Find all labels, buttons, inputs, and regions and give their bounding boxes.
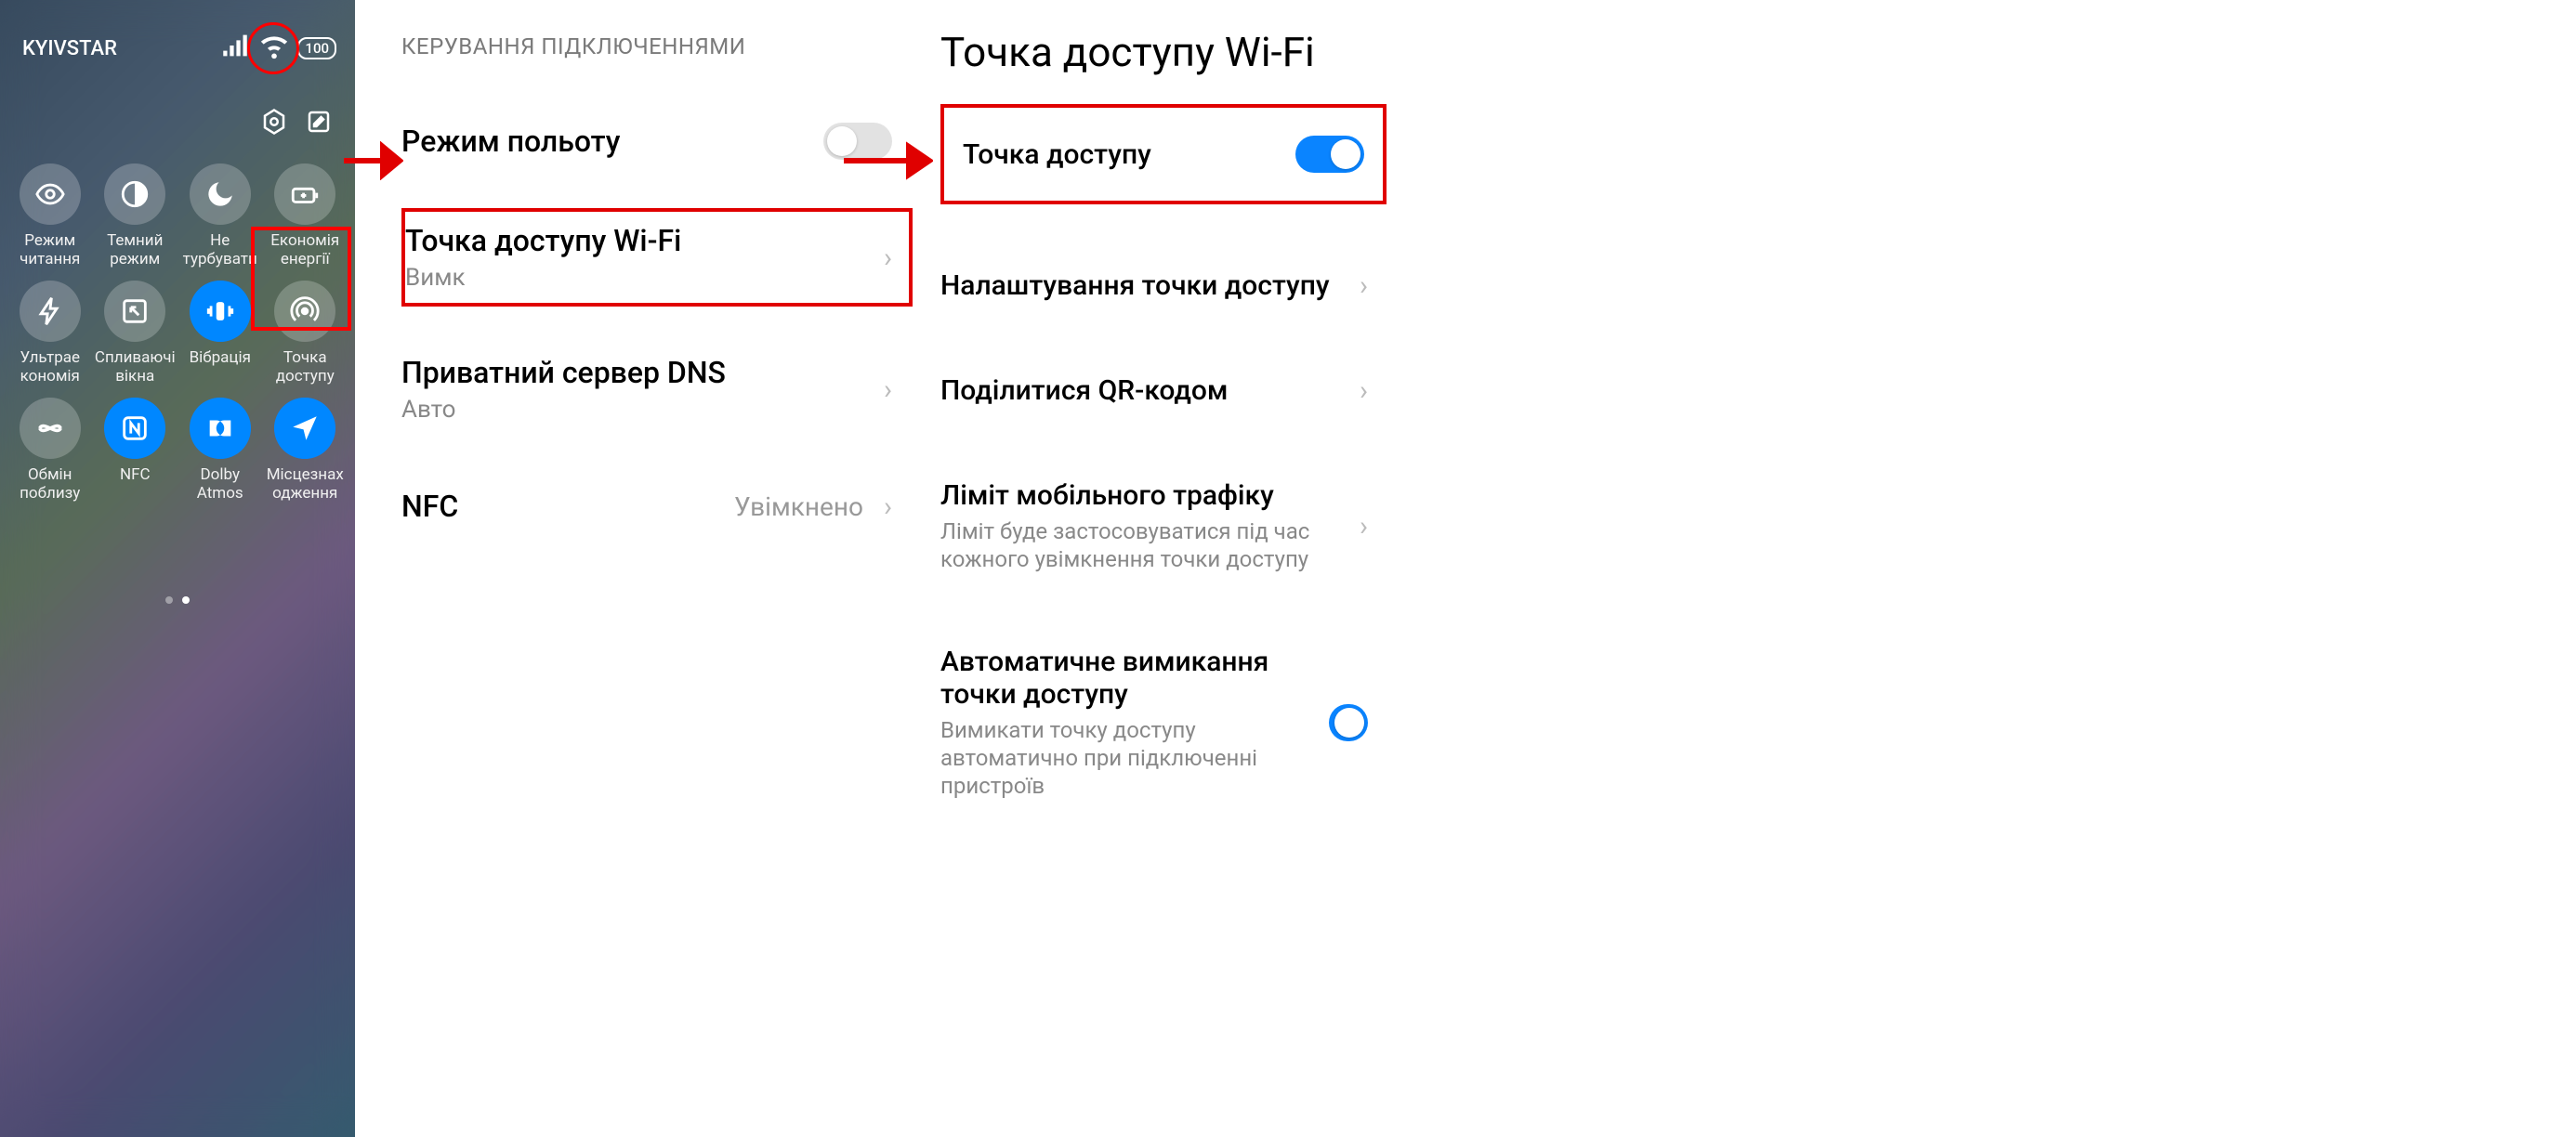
- qs-tile[interactable]: Спливаючі вікна: [93, 281, 178, 386]
- qs-tile[interactable]: Місцезнах одження: [263, 398, 348, 503]
- row-wifi-hotspot[interactable]: Точка доступу Wi-Fi Вимк ›: [405, 223, 892, 292]
- qs-tile-label: Не турбувати: [177, 232, 263, 269]
- chevron-right-icon: ›: [1360, 269, 1368, 302]
- row-dns[interactable]: Приватний сервер DNS Авто ›: [401, 338, 918, 440]
- nfc-title: NFC: [401, 489, 458, 524]
- qs-tile[interactable]: Ультрае кономія: [7, 281, 93, 386]
- hotspot-toggle-title: Точка доступу: [963, 138, 1151, 171]
- edit-icon[interactable]: [305, 108, 333, 136]
- hotspot-settings-panel: Точка доступу Wi-Fi Точка доступу Налашт…: [918, 0, 1387, 1137]
- qs-tile-label: Режим читання: [7, 232, 93, 269]
- chevron-right-icon: ›: [884, 242, 892, 274]
- wifi-hotspot-sub: Вимк: [405, 264, 681, 292]
- qs-tile[interactable]: Обмін поблизу: [7, 398, 93, 503]
- row-airplane[interactable]: Режим польоту: [401, 106, 918, 176]
- row-nfc[interactable]: NFC Увімкнено ›: [401, 472, 918, 541]
- hotspot-settings-title: Налаштування точки доступу: [940, 269, 1330, 302]
- qr-share-title: Поділитися QR-кодом: [940, 374, 1228, 407]
- popup-icon: [104, 281, 165, 342]
- auto-off-toggle[interactable]: [1329, 704, 1368, 741]
- qs-tile[interactable]: Dolby Atmos: [177, 398, 263, 503]
- row-hotspot-settings[interactable]: Налаштування точки доступу ›: [940, 251, 1387, 320]
- qs-tile-label: Dolby Atmos: [177, 466, 263, 503]
- nfc-value: Увімкнено: [734, 491, 863, 522]
- row-data-limit[interactable]: Ліміт мобільного трафіку Ліміт буде заст…: [940, 461, 1387, 592]
- dolby-icon: [190, 398, 251, 459]
- bolt-icon: [20, 281, 81, 342]
- arrow-right-1: [342, 141, 403, 180]
- arrow-right-2: [842, 141, 933, 180]
- row-auto-off[interactable]: Автоматичне вимикання точки доступу Вими…: [940, 627, 1387, 818]
- wifi-hotspot-title: Точка доступу Wi-Fi: [405, 223, 681, 258]
- qs-tile-label: Точка доступу: [263, 349, 348, 386]
- vibrate-icon: [190, 281, 251, 342]
- moon-icon: [190, 163, 251, 225]
- page-title: Точка доступу Wi-Fi: [940, 28, 1387, 76]
- contrast-icon: [104, 163, 165, 225]
- highlight-box-wifi-hotspot: Точка доступу Wi-Fi Вимк ›: [401, 208, 913, 307]
- qs-tile-label: NFC: [120, 466, 151, 503]
- dns-title: Приватний сервер DNS: [401, 355, 726, 390]
- qs-tile-label: Вібрація: [190, 349, 251, 386]
- qs-tile[interactable]: Темний режим: [93, 163, 178, 269]
- airplane-title: Режим польоту: [401, 124, 620, 159]
- qs-tile[interactable]: Не турбувати: [177, 163, 263, 269]
- battery-icon: 100: [297, 37, 336, 59]
- location-icon: [274, 398, 335, 459]
- chevron-right-icon: ›: [884, 490, 892, 523]
- qs-tile[interactable]: NFC: [93, 398, 178, 503]
- row-qr-share[interactable]: Поділитися QR-кодом ›: [940, 356, 1387, 425]
- settings-icon[interactable]: [260, 108, 288, 136]
- highlight-box-hotspot-toggle: Точка доступу: [940, 104, 1387, 204]
- qs-tile[interactable]: Вібрація: [177, 281, 263, 386]
- quick-settings-panel: KYIVSTAR 100 Режим читанняТемний режимНе…: [0, 0, 355, 1137]
- highlight-box-hotspot-tile: [251, 227, 351, 331]
- nfc-icon: [104, 398, 165, 459]
- dns-sub: Авто: [401, 396, 726, 424]
- auto-off-title: Автоматичне вимикання точки доступу: [940, 646, 1329, 711]
- qs-tile[interactable]: Режим читання: [7, 163, 93, 269]
- qs-tile-label: Темний режим: [93, 232, 178, 269]
- eye-icon: [20, 163, 81, 225]
- auto-off-sub: Вимикати точку доступу автоматично при п…: [940, 716, 1329, 800]
- nearby-icon: [20, 398, 81, 459]
- status-bar: KYIVSTAR 100: [0, 0, 355, 67]
- chevron-right-icon: ›: [884, 373, 892, 406]
- connection-settings-panel: КЕРУВАННЯ ПІДКЛЮЧЕННЯМИ Режим польоту То…: [355, 0, 918, 1137]
- qs-tile-label: Ультрае кономія: [7, 349, 93, 386]
- hotspot-toggle[interactable]: [1295, 136, 1364, 173]
- chevron-right-icon: ›: [1360, 510, 1368, 542]
- data-limit-title: Ліміт мобільного трафіку: [940, 479, 1331, 512]
- highlight-circle-signal: [247, 22, 299, 74]
- carrier-label: KYIVSTAR: [22, 37, 117, 60]
- chevron-right-icon: ›: [1360, 374, 1368, 407]
- section-header: КЕРУВАННЯ ПІДКЛЮЧЕННЯМИ: [401, 33, 918, 59]
- qs-tile-label: Місцезнах одження: [263, 466, 348, 503]
- data-limit-sub: Ліміт буде застосовуватися під час кожно…: [940, 517, 1331, 573]
- qs-tile-label: Спливаючі вікна: [93, 349, 178, 386]
- battery-plus-icon: [274, 163, 335, 225]
- page-dots: [0, 596, 355, 604]
- qs-tile-label: Обмін поблизу: [7, 466, 93, 503]
